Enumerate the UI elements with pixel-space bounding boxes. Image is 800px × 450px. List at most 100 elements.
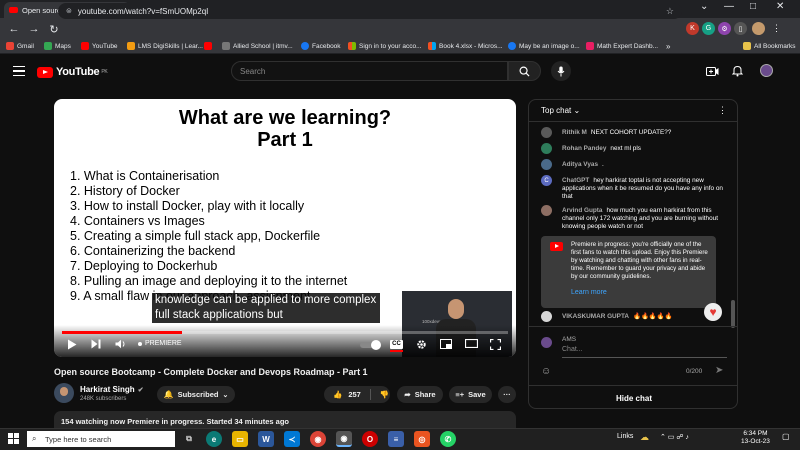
autoplay-toggle[interactable]: [360, 340, 381, 350]
forward-arrow-icon[interactable]: →: [28, 23, 40, 35]
slide-topic: 6. Containerizing the backend: [70, 244, 236, 258]
video-player[interactable]: What are we learning? Part 1 1. What is …: [54, 99, 516, 357]
tab-search-icon[interactable]: ⌄: [700, 1, 708, 12]
word-icon[interactable]: W: [258, 431, 274, 447]
bookmark-youtube[interactable]: YouTube: [81, 42, 118, 50]
menu-icon[interactable]: [13, 66, 25, 76]
bookmark-math-expert[interactable]: Math Expert Dashb...: [586, 42, 658, 50]
vscode-icon[interactable]: ≺: [284, 431, 300, 447]
ubuntu-icon[interactable]: ◎: [414, 431, 430, 447]
chat-input[interactable]: Chat...: [562, 346, 727, 358]
chat-scrollbar[interactable]: [731, 300, 735, 328]
subscribed-button[interactable]: 🔔 Subscribed ⌄: [157, 386, 235, 403]
slide-topic: 5. Creating a simple full stack app, Doc…: [70, 229, 321, 243]
share-button[interactable]: ➦ Share: [397, 386, 443, 403]
all-bookmarks-button[interactable]: All Bookmarks: [743, 42, 796, 50]
premiere-dot-icon: [138, 341, 142, 346]
edge-icon[interactable]: e: [206, 431, 222, 447]
bookmark-lms[interactable]: LMS DigiSkills | Lear...: [127, 42, 203, 50]
bookmark-microsoft-signin[interactable]: Sign in to your acco...: [348, 42, 422, 50]
extension-g-icon[interactable]: G: [702, 22, 715, 35]
minimize-button[interactable]: —: [724, 1, 734, 12]
url-text: youtube.com/watch?v=fSmUOMp2qI: [77, 6, 209, 16]
like-button[interactable]: 👍 257: [333, 390, 361, 399]
system-tray-icons[interactable]: ⌃ ▭ ☍ ♪: [660, 433, 689, 441]
progress-bar[interactable]: [62, 331, 508, 334]
channel-name[interactable]: Harkirat Singh ✔: [80, 385, 144, 394]
bookmark-maps[interactable]: Maps: [44, 42, 71, 50]
taskbar-clock[interactable]: 6:34 PM 13-Oct-23: [741, 430, 770, 446]
reload-icon[interactable]: ↻: [48, 23, 60, 36]
bookmark-book4[interactable]: Book 4.xlsx - Micros...: [428, 42, 503, 50]
learn-more-link[interactable]: Learn more: [571, 289, 607, 296]
slide-topic-list: 1. What is Containerisation 2. History o…: [70, 169, 347, 304]
premiere-info-banner: Premiere in progress: you're officially …: [541, 236, 716, 308]
miniplayer-icon[interactable]: [440, 339, 452, 349]
chat-avatar: C: [541, 175, 552, 186]
settings-gear-icon[interactable]: [416, 339, 427, 350]
bookmark-star-icon[interactable]: ☆: [666, 6, 674, 17]
bookmarks-bar: Gmail Maps YouTube LMS DigiSkills | Lear…: [0, 40, 800, 54]
maximize-button[interactable]: □: [750, 1, 756, 12]
next-icon[interactable]: [91, 339, 101, 349]
theater-mode-icon[interactable]: [465, 339, 478, 348]
subtitles-cc-button[interactable]: CC: [390, 340, 403, 349]
bookmark-facebook-image[interactable]: May be an image o...: [508, 42, 580, 50]
profile-avatar[interactable]: [752, 22, 765, 35]
thumbs-down-icon[interactable]: 👎: [380, 390, 389, 399]
voice-search-button[interactable]: [551, 61, 571, 81]
heart-reaction-icon[interactable]: ♥: [704, 303, 722, 321]
tray-links-label[interactable]: Links: [617, 433, 633, 440]
bookmark-facebook[interactable]: Facebook: [301, 42, 341, 50]
channel-avatar[interactable]: [54, 383, 74, 403]
account-avatar[interactable]: [760, 64, 773, 77]
chat-avatar: [541, 311, 552, 322]
url-input[interactable]: ⊜ youtube.com/watch?v=fSmUOMp2qI ☆: [58, 3, 682, 19]
chrome-active-icon[interactable]: ◉: [336, 431, 352, 447]
chat-mode-dropdown[interactable]: Top chat ⌄: [541, 106, 580, 115]
chat-menu-icon[interactable]: ⋮: [718, 105, 727, 116]
more-actions-button[interactable]: ···: [498, 386, 516, 403]
bookmark-allied-school[interactable]: Allied School | itmv...: [222, 42, 293, 50]
emoji-icon[interactable]: ☺: [541, 366, 551, 377]
chrome-icon[interactable]: ◉: [310, 431, 326, 447]
play-icon[interactable]: [67, 339, 77, 350]
sidepanel-icon[interactable]: ▯: [734, 22, 747, 35]
notifications-icon[interactable]: ▢: [782, 432, 790, 441]
bookmarks-overflow-icon[interactable]: »: [666, 42, 670, 51]
send-icon[interactable]: ➤: [715, 365, 723, 376]
microsoft-icon: [428, 42, 436, 50]
hide-chat-button[interactable]: Hide chat: [529, 385, 737, 408]
save-button[interactable]: ≡+ Save: [449, 386, 492, 403]
search-input[interactable]: Search: [231, 61, 508, 81]
volume-icon[interactable]: [115, 339, 127, 349]
back-arrow-icon[interactable]: ←: [8, 23, 20, 35]
close-window-button[interactable]: ✕: [776, 1, 784, 12]
extension-puzzle-icon[interactable]: ⚙: [718, 22, 731, 35]
windows-start-icon[interactable]: [8, 433, 19, 444]
chat-avatar: [541, 127, 552, 138]
chrome-menu-icon[interactable]: ⋮: [770, 22, 783, 35]
bookmark-yt-2[interactable]: [204, 42, 212, 50]
task-view-icon[interactable]: ⧉: [181, 431, 197, 447]
youtube-logo[interactable]: YouTube PK: [37, 66, 108, 78]
bookmark-gmail[interactable]: Gmail: [6, 42, 34, 50]
opera-icon[interactable]: O: [362, 431, 378, 447]
youtube-play-logo-icon: [37, 66, 53, 78]
create-video-icon[interactable]: [706, 66, 719, 77]
chat-avatar: [541, 205, 552, 216]
taskbar-search-input[interactable]: ⌕ Type here to search: [27, 431, 175, 447]
weather-icon[interactable]: ☁: [640, 432, 649, 443]
site-info-icon[interactable]: ⊜: [66, 7, 72, 15]
fullscreen-icon[interactable]: [490, 339, 501, 350]
dev-app-icon[interactable]: ≡: [388, 431, 404, 447]
extension-k-icon[interactable]: K: [686, 22, 699, 35]
search-button[interactable]: [508, 61, 541, 81]
region-code: PK: [101, 69, 108, 75]
file-explorer-icon[interactable]: ▭: [232, 431, 248, 447]
share-arrow-icon: ➦: [404, 390, 411, 399]
whatsapp-icon[interactable]: ✆: [440, 431, 456, 447]
maps-icon: [44, 42, 52, 50]
youtube-play-icon: [550, 242, 563, 251]
notifications-bell-icon[interactable]: [732, 65, 743, 77]
